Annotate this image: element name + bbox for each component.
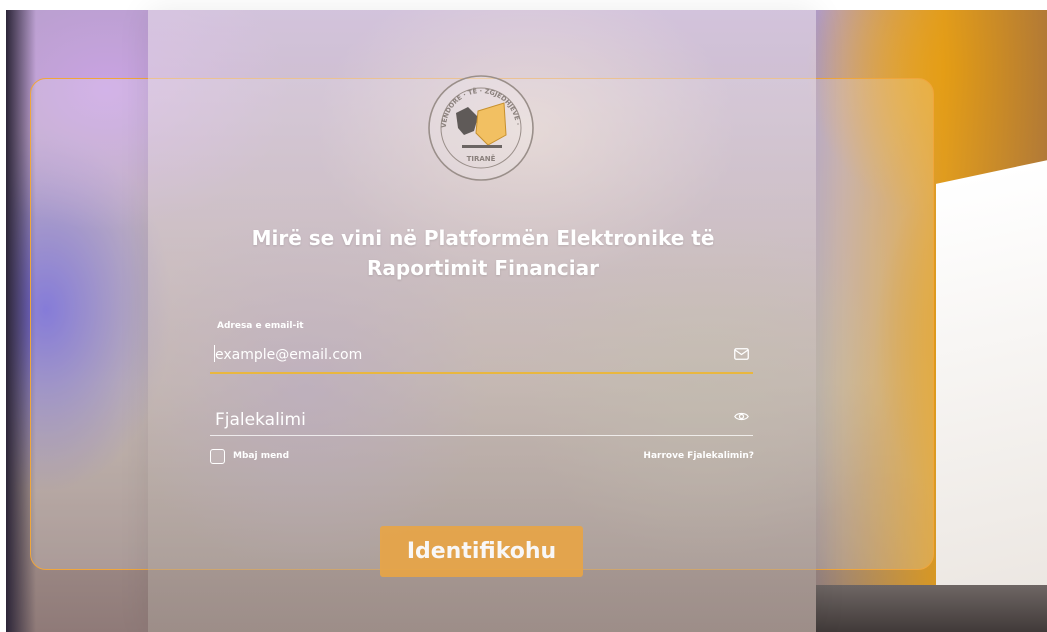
remember-me-label[interactable]: Mbaj mend	[233, 451, 289, 461]
email-label: Adresa e email-it	[217, 321, 304, 331]
background-white-object	[936, 156, 1047, 614]
password-input[interactable]	[215, 407, 715, 433]
institution-seal-logo: VENDORE · TË · ZGJEDHJEVE · KOMISIONI TI…	[426, 73, 534, 181]
seal-city: TIRANË	[467, 154, 496, 163]
envelope-icon	[734, 348, 749, 360]
forgot-password-link[interactable]: Harrove Fjalekalimin?	[620, 451, 754, 461]
eye-icon[interactable]	[734, 411, 749, 422]
login-button[interactable]: Identifikohu	[380, 526, 583, 577]
email-underline	[210, 372, 753, 374]
background-desk	[816, 585, 1047, 632]
remember-me-checkbox[interactable]	[210, 449, 225, 464]
welcome-title-line2: Raportimit Financiar	[366, 256, 599, 280]
email-input[interactable]	[215, 344, 715, 366]
text-caret	[214, 345, 215, 362]
password-underline	[210, 435, 753, 436]
welcome-title-line1: Mirë se vini në Platformën Elektronike t…	[251, 226, 715, 250]
